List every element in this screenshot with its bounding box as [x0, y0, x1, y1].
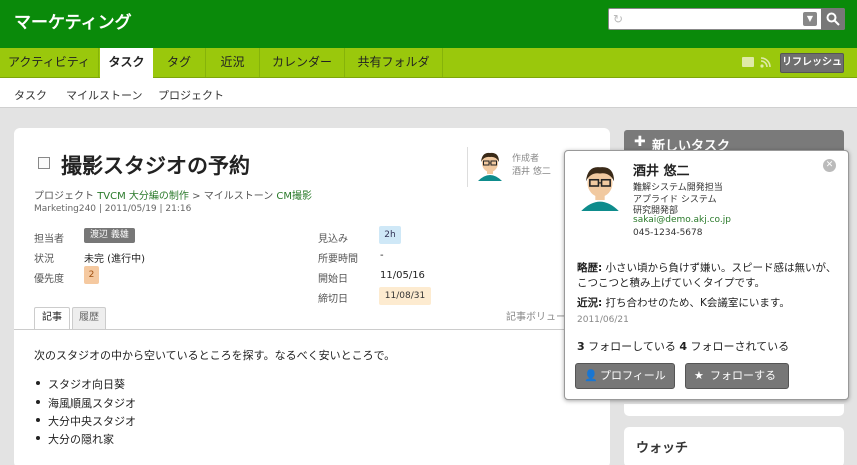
task-title: 撮影スタジオの予約 [61, 154, 250, 178]
popup-user-name: 酒井 悠二 [633, 164, 690, 179]
start-label: 開始日 [318, 274, 348, 285]
priority-badge: 2 [84, 266, 99, 284]
task-complete-checkbox[interactable] [38, 157, 50, 169]
bio-text: 小さい頃から負けず嫌い。スピード感は無いが、こつこつと積み上げていくタイプです。 [577, 262, 837, 289]
popup-status-date: 2011/06/21 [577, 315, 629, 325]
tab-activity[interactable]: アクティビティ [0, 48, 99, 77]
refresh-button[interactable]: リフレッシュ [780, 53, 844, 73]
status-label: 近況: [577, 297, 603, 309]
tab-tasks[interactable]: タスク [100, 48, 153, 78]
creator-box[interactable]: 作成者 酒井 悠二 [467, 147, 563, 187]
tab-article[interactable]: 記事 [34, 307, 70, 329]
list-item: 海風順風スタジオ [36, 397, 136, 410]
profile-button[interactable]: 👤 プロフィール [575, 363, 675, 389]
spent-value: - [380, 250, 384, 261]
priority-label: 優先度 [34, 274, 64, 285]
followers-text: フォローされている [690, 340, 790, 353]
due-label: 締切日 [318, 294, 348, 305]
article-volume-label: 記事ボリュー [506, 312, 566, 323]
task-meta: Marketing240 | 2011/05/19 | 21:16 [34, 204, 192, 214]
tab-shared-folder[interactable]: 共有フォルダ [345, 48, 443, 77]
main-tabs: アクティビティ タスク タグ 近況 カレンダー 共有フォルダ リフレッシュ [0, 48, 857, 78]
popup-status: 近況: 打ち合わせのため、K会議室にいます。 [577, 296, 839, 311]
follow-button[interactable]: ★ フォローする [685, 363, 789, 389]
follow-stats: 3 フォローしている 4 フォローされている [577, 338, 789, 354]
user-icon: 👤 [584, 369, 598, 382]
avatar[interactable] [474, 149, 506, 181]
creator-label: 作成者 [512, 154, 540, 164]
tab-history[interactable]: 履歴 [72, 307, 106, 329]
search-button[interactable] [821, 8, 845, 30]
bio-label: 略歴: [577, 262, 603, 274]
creator-name[interactable]: 酒井 悠二 [512, 164, 551, 177]
crumb-project-link[interactable]: TVCM 大分編の制作 [97, 191, 189, 202]
close-icon[interactable]: ✕ [823, 159, 836, 172]
sidebar-box [624, 404, 844, 416]
owner-badge[interactable]: 渡辺 義雄 [84, 228, 135, 243]
user-profile-popup: 酒井 悠二 ✕ 難解システム開発担当 アプライド システム 研究開発部 saka… [564, 150, 849, 400]
estimate-badge: 2h [379, 226, 401, 244]
tab-calendar[interactable]: カレンダー [260, 48, 345, 77]
start-value: 11/05/16 [380, 270, 425, 281]
subnav-tasks[interactable]: タスク [14, 87, 47, 103]
popup-bio: 略歴: 小さい頃から負けず嫌い。スピード感は無いが、こつこつと積み上げていくタイ… [577, 261, 839, 291]
spent-label: 所要時間 [318, 254, 358, 265]
following-count[interactable]: 3 [577, 340, 585, 353]
status-value: 未完 (進行中) [84, 254, 145, 265]
watch-section: ウォッチ [624, 427, 844, 465]
crumb-project-prefix: プロジェクト [34, 191, 94, 202]
print-icon[interactable] [742, 57, 754, 67]
tab-tags[interactable]: タグ [153, 48, 206, 77]
avatar[interactable] [575, 161, 625, 211]
subnav-milestones[interactable]: マイルストーン [66, 87, 142, 103]
search-icon [826, 12, 840, 26]
status-text: 打ち合わせのため、K会議室にいます。 [605, 297, 790, 309]
loading-icon: ↻ [613, 12, 624, 26]
tab-status[interactable]: 近況 [206, 48, 260, 77]
chevron-down-icon[interactable]: ▼ [803, 12, 817, 26]
divider [14, 329, 610, 330]
list-item: 大分の隠れ家 [36, 433, 114, 446]
task-body: 次のスタジオの中から空いているところを探す。なるべく安いところで。 [34, 349, 396, 362]
list-item: スタジオ向日葵 [36, 378, 125, 391]
owner-label: 担当者 [34, 234, 64, 245]
sub-nav: タスク マイルストーン プロジェクト [0, 78, 857, 108]
followers-count[interactable]: 4 [679, 340, 687, 353]
list-item: 大分中央スタジオ [36, 415, 136, 428]
due-badge: 11/08/31 [379, 287, 431, 305]
popup-phone: 045-1234-5678 [633, 228, 703, 238]
crumb-milestone-prefix: マイルストーン [203, 191, 274, 202]
watch-title: ウォッチ [636, 441, 689, 456]
follow-button-label: フォローする [710, 369, 776, 382]
subnav-projects[interactable]: プロジェクト [158, 87, 224, 103]
estimate-label: 見込み [318, 234, 348, 245]
following-text: フォローしている [588, 340, 676, 353]
profile-button-label: プロフィール [600, 369, 666, 382]
top-bar: マーケティング ↻ ▼ [0, 0, 857, 48]
breadcrumb: プロジェクト TVCM 大分編の制作 > マイルストーン CM撮影 [34, 187, 312, 202]
crumb-milestone-link[interactable]: CM撮影 [276, 191, 312, 202]
popup-email-link[interactable]: sakai@demo.akj.co.jp [633, 215, 731, 225]
status-label: 状況 [34, 254, 54, 265]
search-input[interactable]: ↻ ▼ [608, 8, 845, 30]
star-icon: ★ [694, 369, 704, 382]
crumb-separator: > [192, 191, 201, 202]
app-title: マーケティング [14, 13, 132, 33]
rss-icon[interactable] [760, 57, 771, 68]
plus-icon: ✚ [634, 134, 646, 150]
